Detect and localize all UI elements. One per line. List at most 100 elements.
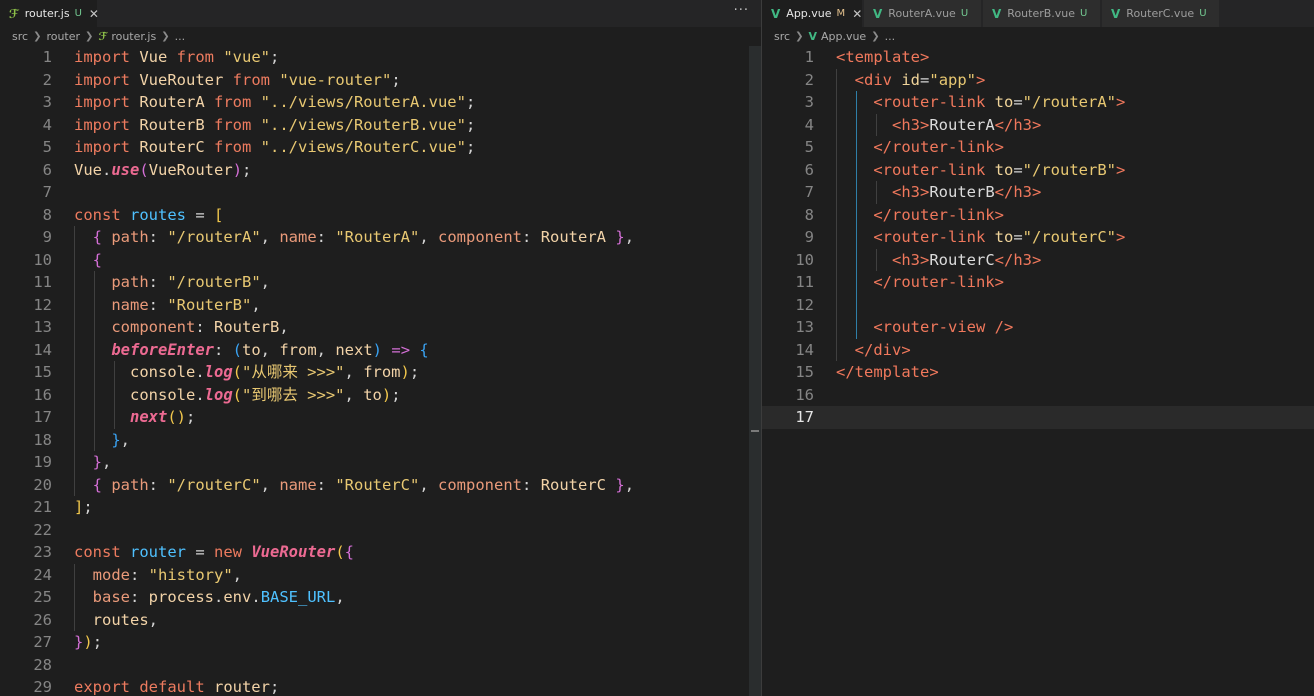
code-line[interactable]: 27});: [0, 631, 761, 654]
breadcrumb-item[interactable]: App.vue: [821, 30, 866, 43]
code-token: =: [920, 70, 930, 89]
code-line[interactable]: 7: [0, 181, 761, 204]
code-token: (: [232, 363, 243, 381]
code-line[interactable]: 4 <h3>RouterA</h3>: [762, 114, 1314, 137]
breadcrumb-item[interactable]: router.js: [111, 30, 156, 43]
code-line[interactable]: 16: [762, 384, 1314, 407]
tab-routerb-vue[interactable]: V RouterB.vue U: [983, 0, 1101, 27]
code-line[interactable]: 23 const router = new VueRouter({: [0, 541, 761, 564]
code-line[interactable]: 2 import VueRouter from "vue-router";: [0, 69, 761, 92]
code-line[interactable]: 28: [0, 654, 761, 677]
indent-guide: [875, 113, 877, 136]
code-token: <h3>: [892, 115, 930, 134]
code-line[interactable]: 9 <router-link to="/routerC">: [762, 226, 1314, 249]
code-line[interactable]: 8 const routes = [: [0, 204, 761, 227]
code-line[interactable]: 8 </router-link>: [762, 204, 1314, 227]
line-number: 3: [804, 93, 814, 111]
code-line[interactable]: 12: [762, 294, 1314, 317]
code-token: "/routerB": [1022, 160, 1116, 179]
code-token: }: [615, 228, 625, 246]
code-token: (: [139, 160, 149, 179]
breadcrumb: src ❯ router ❯ ℱ router.js ❯ ...: [0, 27, 761, 46]
code-token: :: [213, 340, 233, 359]
code-line[interactable]: 6 Vue.use(VueRouter);: [0, 159, 761, 182]
code-token: console: [130, 385, 196, 404]
modified-status: M: [836, 8, 846, 19]
code-line[interactable]: 12 name: "RouterB",: [0, 294, 761, 317]
tab-routerc-vue[interactable]: V RouterC.vue U: [1102, 0, 1220, 27]
breadcrumb-item[interactable]: src: [774, 30, 790, 43]
code-line[interactable]: 2 <div id="app">: [762, 69, 1314, 92]
code-line[interactable]: 5 import RouterC from "../views/RouterC.v…: [0, 136, 761, 159]
code-token: name: [279, 475, 317, 494]
code-editor-right[interactable]: 1 <template> 2 <div id="app"> 3 <router-lin…: [762, 46, 1314, 696]
code-token: RouterA: [139, 93, 214, 111]
breadcrumb-item[interactable]: ...: [885, 30, 896, 43]
close-icon[interactable]: ✕: [852, 7, 862, 21]
code-line[interactable]: 11 path: "/routerB",: [0, 271, 761, 294]
indent-guide: [855, 91, 857, 339]
code-line[interactable]: 11 </router-link>: [762, 271, 1314, 294]
code-token: <router-link: [873, 160, 995, 179]
code-line[interactable]: 9 { path: "/routerA", name: "RouterA", c…: [0, 226, 761, 249]
code-line[interactable]: 26 routes,: [0, 609, 761, 632]
code-line[interactable]: 20 { path: "/routerC", name: "RouterC", …: [0, 474, 761, 497]
code-text: <router-link to="/routerC">: [836, 226, 1125, 249]
code-token: routes: [92, 610, 149, 629]
code-line[interactable]: 5 </router-link>: [762, 136, 1314, 159]
breadcrumb-item[interactable]: ...: [175, 30, 186, 43]
code-line[interactable]: 22: [0, 519, 761, 542]
code-line[interactable]: 1 import Vue from "vue";: [0, 46, 761, 69]
code-token: ,: [335, 588, 345, 606]
code-line[interactable]: 13 <router-view />: [762, 316, 1314, 339]
tab-routera-vue[interactable]: V RouterA.vue U: [864, 0, 982, 27]
code-line[interactable]: 7 <h3>RouterB</h3>: [762, 181, 1314, 204]
breadcrumb-item[interactable]: router: [46, 30, 80, 43]
code-token: ;: [270, 48, 280, 66]
code-text: <h3>RouterA</h3>: [836, 114, 1041, 137]
code-token: Vue: [139, 48, 177, 66]
code-line[interactable]: 10 {: [0, 249, 761, 272]
js-file-icon: ℱ: [98, 30, 108, 43]
code-token: from: [363, 363, 401, 381]
code-token: ;: [186, 408, 196, 426]
code-line[interactable]: 10 <h3>RouterC</h3>: [762, 249, 1314, 272]
code-line[interactable]: 24 mode: "history",: [0, 564, 761, 587]
code-line[interactable]: 1 <template>: [762, 46, 1314, 69]
code-editor-left[interactable]: 1 import Vue from "vue"; 2 import VueRouter…: [0, 46, 761, 696]
code-line[interactable]: 21];: [0, 496, 761, 519]
tab-app-vue[interactable]: V App.vue M ✕: [762, 0, 863, 27]
code-line[interactable]: 13 component: RouterB,: [0, 316, 761, 339]
code-token: component: [438, 228, 523, 246]
code-line[interactable]: 15 </template>: [762, 361, 1314, 384]
code-line[interactable]: 25 base: process.env.BASE_URL,: [0, 586, 761, 609]
more-actions-icon[interactable]: ···: [734, 3, 749, 18]
code-text: import RouterC from "../views/RouterC.vu…: [74, 136, 475, 159]
code-line[interactable]: 14 beforeEnter: (to, from, next) => {: [0, 339, 761, 362]
code-line[interactable]: 29 export default router;: [0, 676, 761, 696]
close-icon[interactable]: ✕: [89, 7, 99, 21]
breadcrumb-item[interactable]: src: [12, 30, 28, 43]
code-text: mode: "history",: [74, 564, 242, 587]
tab-router-js[interactable]: ℱ router.js U ✕: [0, 0, 99, 27]
code-line[interactable]: 19 },: [0, 451, 761, 474]
scrollbar[interactable]: [749, 46, 761, 696]
code-line[interactable]: 18 },: [0, 429, 761, 452]
code-token: from: [213, 138, 261, 156]
code-line[interactable]: 6 <router-link to="/routerB">: [762, 159, 1314, 182]
code-line[interactable]: 3 import RouterA from "../views/RouterA.v…: [0, 91, 761, 114]
code-token: mode: [92, 565, 130, 584]
code-token: }: [74, 633, 84, 651]
code-token: ,: [260, 228, 280, 246]
code-line[interactable]: 3 <router-link to="/routerA">: [762, 91, 1314, 114]
code-line[interactable]: 4 import RouterB from "../views/RouterB.v…: [0, 114, 761, 137]
code-text: import RouterB from "../views/RouterB.vu…: [74, 114, 475, 137]
code-line[interactable]: 14 </div>: [762, 339, 1314, 362]
code-line[interactable]: 17: [762, 406, 1314, 429]
